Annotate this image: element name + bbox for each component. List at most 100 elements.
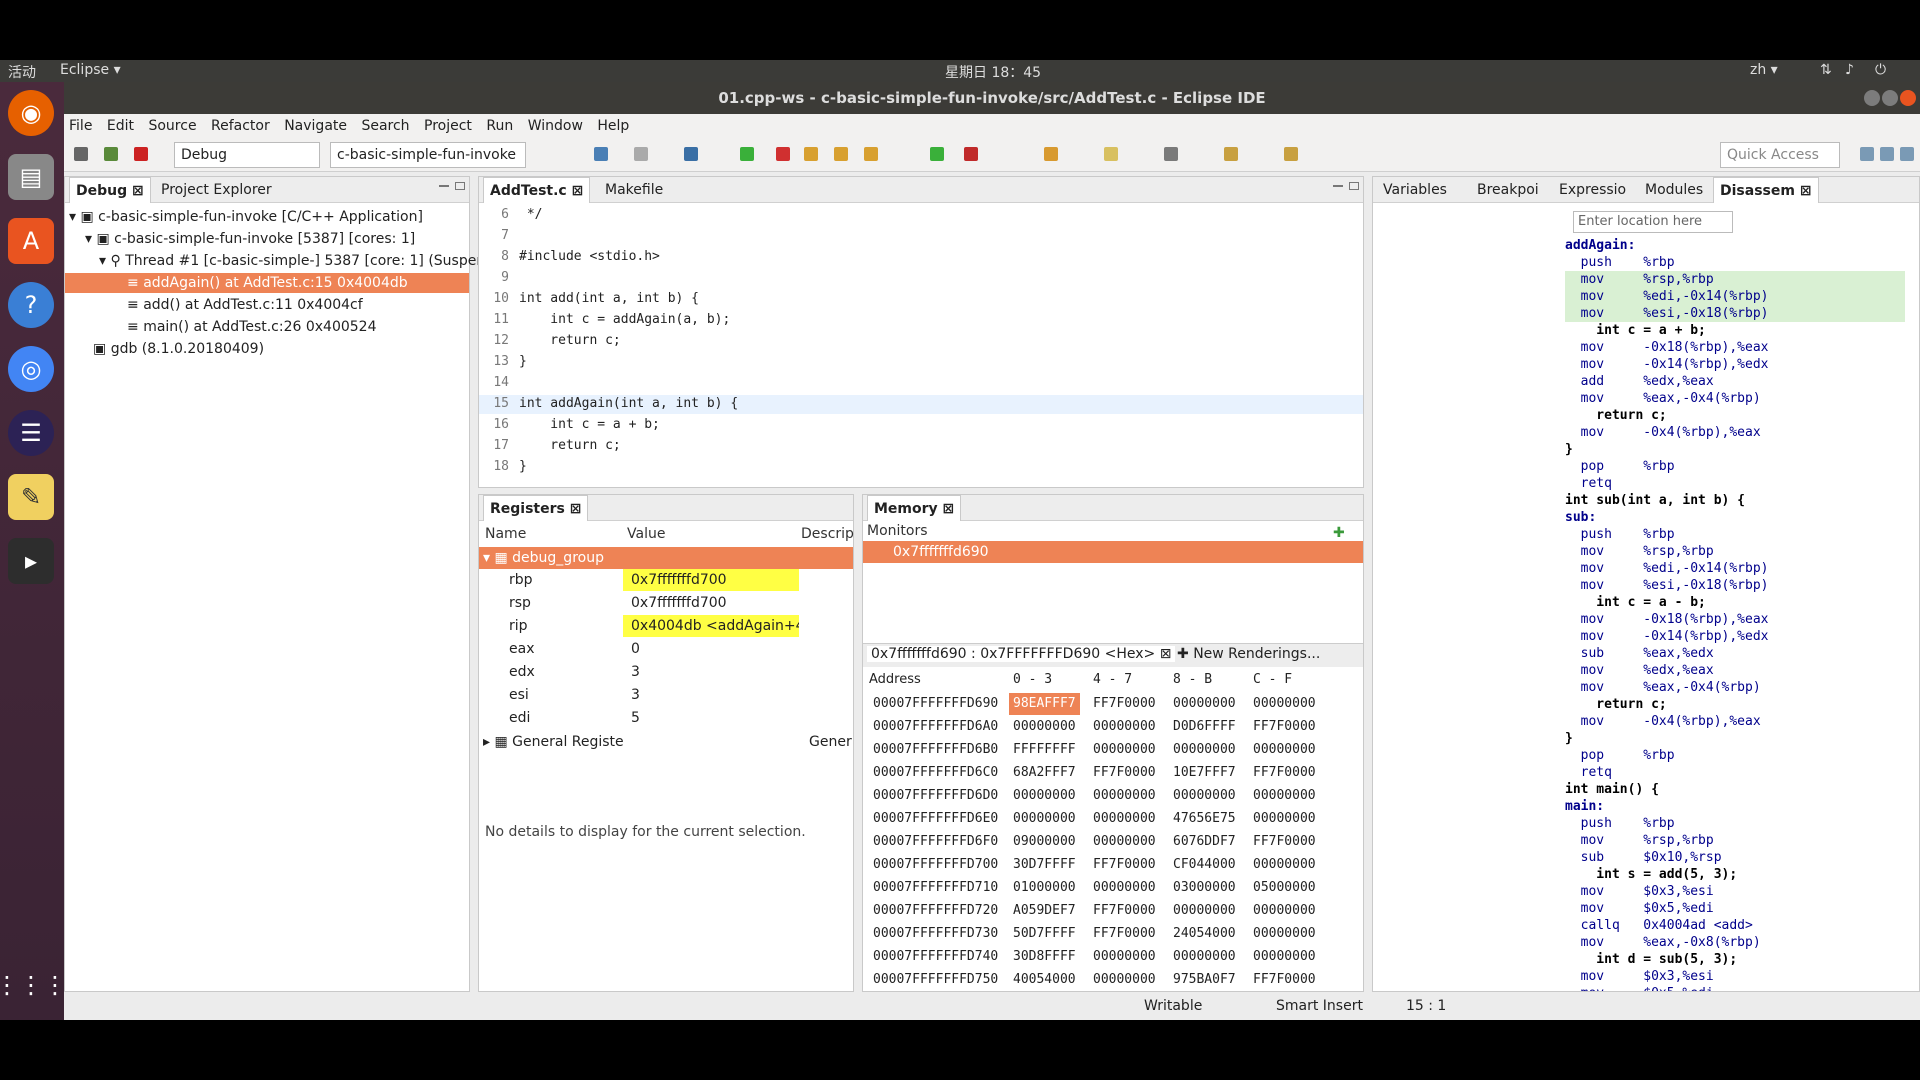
memory-address[interactable]: 00007FFFFFFFD6F0	[873, 831, 998, 853]
memory-cell[interactable]: FF7F0000	[1253, 762, 1316, 784]
memory-cell[interactable]: 09000000	[1013, 831, 1076, 853]
memory-address[interactable]: 00007FFFFFFFD720	[873, 900, 998, 922]
disasm-instruction[interactable]: mov -0x4(%rbp),%eax	[1565, 713, 1761, 730]
help-icon[interactable]: ?	[8, 282, 54, 328]
memory-cell[interactable]: CF044000	[1173, 854, 1236, 876]
disasm-source-line[interactable]: int main() {	[1565, 781, 1659, 798]
memory-address[interactable]: 00007FFFFFFFD710	[873, 877, 998, 899]
build-icon[interactable]	[74, 147, 88, 161]
memory-cell[interactable]: 98EAFFF7	[1009, 693, 1080, 715]
memory-address[interactable]: 00007FFFFFFFD6C0	[873, 762, 998, 784]
memory-cell[interactable]: 10E7FFF7	[1173, 762, 1236, 784]
menu-source[interactable]: Source	[143, 114, 201, 138]
memory-cell[interactable]: 00000000	[1253, 946, 1316, 968]
memory-cell[interactable]: FF7F0000	[1093, 693, 1156, 715]
disasm-instruction[interactable]: sub %eax,%edx	[1565, 645, 1714, 662]
debug-icon[interactable]	[104, 147, 118, 161]
disasm-source-line[interactable]: int c = a + b;	[1565, 322, 1706, 339]
memory-cell[interactable]: 00000000	[1093, 716, 1156, 738]
memory-address[interactable]: 00007FFFFFFFD6A0	[873, 716, 998, 738]
register-value[interactable]: 3	[623, 661, 799, 683]
external-tools-icon[interactable]	[964, 147, 978, 161]
tab-makefile[interactable]: Makefile	[599, 177, 669, 203]
memory-cell[interactable]: 00000000	[1173, 739, 1236, 761]
location-input[interactable]: Enter location here	[1573, 211, 1733, 233]
stack-frame-add[interactable]: ≡ add() at AddTest.c:11 0x4004cf	[127, 295, 363, 315]
register-value[interactable]: 5	[623, 707, 799, 729]
maximize-view-icon[interactable]	[455, 182, 465, 190]
disasm-instruction[interactable]: mov %rsp,%rbp	[1565, 543, 1714, 560]
memory-cell[interactable]: 00000000	[1253, 900, 1316, 922]
memory-address[interactable]: 00007FFFFFFFD730	[873, 923, 998, 945]
disasm-instruction[interactable]: mov -0x4(%rbp),%eax	[1565, 424, 1761, 441]
disasm-instruction[interactable]: mov -0x14(%rbp),%edx	[1565, 628, 1769, 645]
disasm-source-line[interactable]: int sub(int a, int b) {	[1565, 492, 1745, 509]
firefox-icon[interactable]: ◉	[8, 90, 54, 136]
forward-icon[interactable]	[1284, 147, 1298, 161]
memory-cell[interactable]: 30D8FFFF	[1013, 946, 1076, 968]
memory-cell[interactable]: 00000000	[1093, 785, 1156, 807]
code-line[interactable]: }	[519, 459, 527, 474]
chrome-icon[interactable]: ◎	[8, 346, 54, 392]
disasm-source-line[interactable]: }	[1565, 730, 1573, 747]
show-apps-icon[interactable]: ⋮⋮⋮	[0, 962, 67, 1008]
memory-cell[interactable]: 00000000	[1093, 831, 1156, 853]
clock[interactable]: 星期日 18：45	[945, 62, 1041, 82]
memory-cell[interactable]: 24054000	[1173, 923, 1236, 945]
app-menu[interactable]: Eclipse ▾	[60, 62, 121, 78]
memory-cell[interactable]: 00000000	[1093, 808, 1156, 830]
close-button[interactable]	[1900, 90, 1916, 106]
memory-cell[interactable]: 00000000	[1173, 946, 1236, 968]
minimize-editor-icon[interactable]	[1333, 185, 1343, 187]
memory-cell[interactable]: 00000000	[1253, 785, 1316, 807]
register-name[interactable]: eax	[509, 638, 534, 660]
disasm-instruction[interactable]: mov -0x18(%rbp),%eax	[1565, 611, 1769, 628]
memory-cell[interactable]: FF7F0000	[1253, 969, 1316, 991]
register-value[interactable]: 0x7fffffffd700	[623, 569, 799, 591]
software-center-icon[interactable]: A	[8, 218, 54, 264]
tab-expressions[interactable]: Expressio	[1553, 177, 1632, 203]
register-group-general[interactable]: ▸ ▦ General Registe	[483, 731, 624, 753]
memory-address[interactable]: 00007FFFFFFFD6B0	[873, 739, 998, 761]
language-indicator[interactable]: zh ▾	[1750, 62, 1778, 78]
disasm-instruction[interactable]: mov %eax,-0x4(%rbp)	[1565, 390, 1761, 407]
tab-memory[interactable]: Memory ⊠	[867, 495, 962, 521]
maximize-editor-icon[interactable]	[1349, 182, 1359, 190]
step-into-icon[interactable]	[804, 147, 818, 161]
memory-cell[interactable]: D0D6FFFF	[1173, 716, 1236, 738]
memory-address[interactable]: 00007FFFFFFFD750	[873, 969, 998, 991]
disasm-source-line[interactable]: }	[1565, 441, 1573, 458]
tab-breakpoints[interactable]: Breakpoi	[1471, 177, 1545, 203]
memory-cell[interactable]: 00000000	[1253, 693, 1316, 715]
memory-cell[interactable]: FFFFFFFF	[1013, 739, 1076, 761]
memory-cell[interactable]: 00000000	[1013, 716, 1076, 738]
memory-cell[interactable]: 00000000	[1173, 900, 1236, 922]
memory-cell[interactable]: FF7F0000	[1253, 831, 1316, 853]
register-group-debug[interactable]: ▾ ▦ debug_group	[479, 547, 853, 569]
disasm-instruction[interactable]: push %rbp	[1565, 254, 1675, 271]
memory-cell[interactable]: 00000000	[1093, 739, 1156, 761]
memory-cell[interactable]: 00000000	[1013, 808, 1076, 830]
code-line[interactable]: int c = a + b;	[519, 417, 660, 432]
disasm-instruction[interactable]: mov %esi,-0x18(%rbp)	[1565, 305, 1905, 322]
minimize-button[interactable]	[1864, 90, 1880, 106]
disasm-instruction[interactable]: mov -0x14(%rbp),%edx	[1565, 356, 1769, 373]
terminate-debug-icon[interactable]	[776, 147, 790, 161]
code-line[interactable]: return c;	[519, 438, 620, 453]
cpp-perspective-icon[interactable]	[1880, 147, 1894, 161]
disasm-instruction[interactable]: retq	[1565, 764, 1612, 781]
power-icon[interactable]: ⏻	[1875, 62, 1886, 78]
tab-registers[interactable]: Registers ⊠	[483, 495, 589, 521]
disasm-instruction[interactable]: mov $0x5,%edi	[1565, 985, 1714, 991]
col-header-address[interactable]: Address	[869, 669, 921, 691]
disasm-instruction[interactable]: mov %edx,%eax	[1565, 662, 1714, 679]
menu-help[interactable]: Help	[592, 114, 634, 138]
register-name[interactable]: rip	[509, 615, 528, 637]
run-icon[interactable]	[930, 147, 944, 161]
terminal-icon[interactable]: ▸	[8, 538, 54, 584]
disasm-instruction[interactable]: mov %eax,-0x4(%rbp)	[1565, 679, 1761, 696]
register-name[interactable]: edi	[509, 707, 530, 729]
memory-cell[interactable]: 00000000	[1093, 946, 1156, 968]
disasm-instruction[interactable]: mov %rsp,%rbp	[1565, 832, 1714, 849]
memory-cell[interactable]: 00000000	[1253, 739, 1316, 761]
